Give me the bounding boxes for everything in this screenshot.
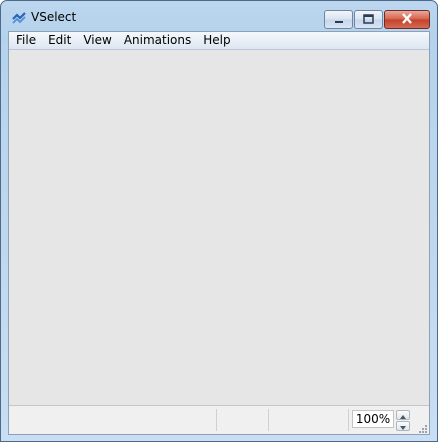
window-title: VSelect [31,10,77,24]
status-divider [348,409,349,431]
drawing-canvas[interactable] [9,50,429,406]
menu-bar: File Edit View Animations Help [9,32,429,50]
maximize-button[interactable] [354,10,383,29]
zoom-spinner [396,410,410,431]
maximize-icon [363,13,374,27]
title-bar[interactable]: VSelect [1,1,437,31]
vselect-app-icon[interactable] [11,10,27,26]
arrow-down-icon [400,419,406,433]
menu-animations[interactable]: Animations [118,32,197,49]
menu-view[interactable]: View [77,32,117,49]
status-divider [268,409,269,431]
status-divider [216,409,217,431]
menu-edit[interactable]: Edit [42,32,77,49]
close-button[interactable] [384,10,430,29]
minimize-icon [334,13,344,27]
resize-grip-icon[interactable] [417,422,427,433]
menu-help[interactable]: Help [197,32,236,49]
status-bar: 100% [9,405,429,434]
zoom-field[interactable]: 100% [352,410,394,428]
app-window: VSelect File Edit View Animations Help 1… [0,0,438,442]
menu-file[interactable]: File [9,32,42,49]
zoom-down-button[interactable] [396,421,410,431]
client-area: File Edit View Animations Help 100% [8,31,430,435]
caption-buttons [323,10,430,29]
minimize-button[interactable] [324,10,353,29]
close-icon [401,12,413,27]
